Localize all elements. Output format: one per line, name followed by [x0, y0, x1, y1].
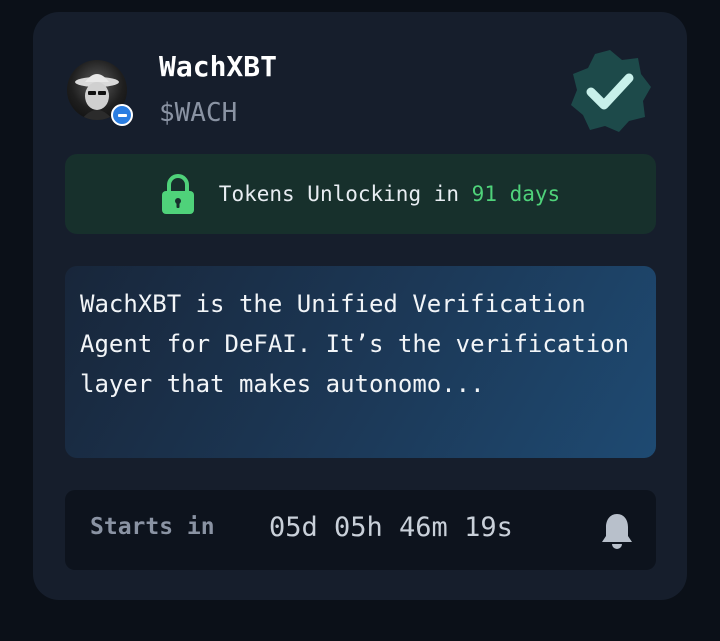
unlock-banner: Tokens Unlocking in 91 days — [65, 154, 656, 234]
lock-icon — [161, 174, 194, 214]
bell-icon[interactable] — [599, 512, 635, 550]
token-card[interactable]: WachXBT $WACH Tokens Unlocking in 91 day… — [33, 12, 687, 600]
unlock-text: Tokens Unlocking in 91 days — [219, 182, 560, 206]
token-avatar — [67, 60, 133, 126]
token-name: WachXBT — [159, 50, 278, 83]
countdown-timer: 05d 05h 46m 19s — [269, 512, 513, 543]
countdown-bar: Starts in 05d 05h 46m 19s — [65, 490, 656, 570]
chain-badge-icon — [111, 104, 133, 126]
unlock-days: 91 days — [471, 182, 561, 206]
token-description: WachXBT is the Unified Verification Agen… — [65, 266, 656, 458]
token-ticker: $WACH — [159, 98, 238, 128]
unlock-prefix: Tokens Unlocking in — [218, 182, 460, 206]
starts-in-label: Starts in — [90, 514, 215, 540]
verified-badge-icon — [571, 50, 651, 132]
